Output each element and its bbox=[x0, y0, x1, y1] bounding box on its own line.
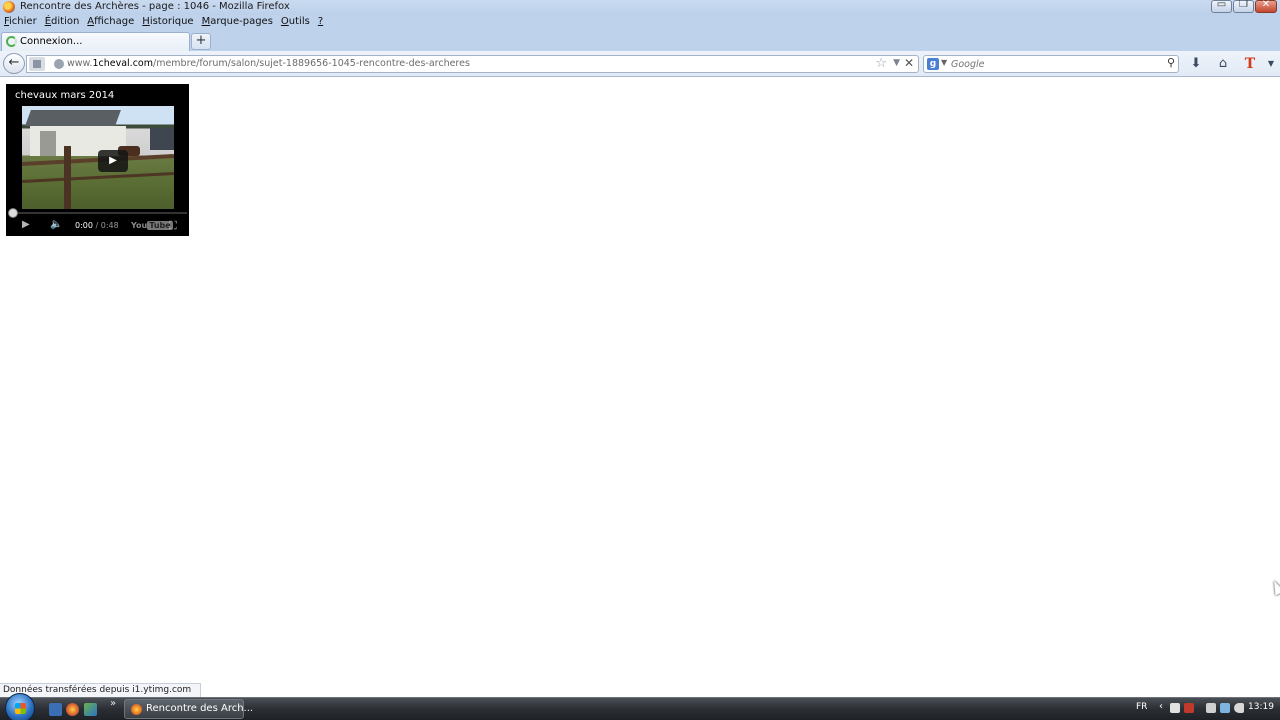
play-icon[interactable]: ▶ bbox=[22, 219, 30, 230]
close-icon: ✕ bbox=[1261, 0, 1271, 10]
video-thumbnail[interactable]: ▶ bbox=[22, 106, 174, 209]
clock[interactable]: 13:19 bbox=[1248, 702, 1274, 712]
youtube-embed[interactable]: chevaux mars 2014 ▶ ▶ 🔈 0:00 / 0:48 You T… bbox=[6, 84, 189, 236]
engine-dropdown-icon[interactable]: ▼ bbox=[941, 58, 947, 67]
menu-affichage[interactable]: Affichage bbox=[87, 15, 138, 30]
firefox-logo-icon[interactable] bbox=[3, 1, 15, 13]
menu-bar: Fichier Édition Affichage Historique Mar… bbox=[0, 15, 1280, 30]
url-path: /membre/forum/salon/sujet-1889656-1045-r… bbox=[153, 58, 470, 69]
addon-t-icon[interactable]: T bbox=[1241, 55, 1259, 73]
home-icon[interactable]: ⌂ bbox=[1214, 55, 1232, 73]
google-engine-icon[interactable]: g bbox=[927, 58, 939, 70]
url-prefix: www. bbox=[67, 58, 93, 69]
menu-help[interactable]: ? bbox=[318, 15, 327, 30]
menu-outils-accel: O bbox=[280, 16, 289, 27]
downloads-icon[interactable]: ⬇ bbox=[1187, 55, 1205, 73]
search-icon[interactable]: ⚲ bbox=[1167, 56, 1175, 69]
fence-rail bbox=[22, 172, 174, 183]
barn-roof bbox=[25, 110, 121, 126]
menu-historique-accel: H bbox=[142, 16, 150, 27]
bookmark-star-icon[interactable]: ☆ bbox=[875, 56, 887, 71]
quicklaunch-more-icon[interactable]: » bbox=[110, 698, 116, 709]
security-tray-icon[interactable] bbox=[1184, 703, 1194, 713]
status-text: Données transférées depuis i1.ytimg.com bbox=[3, 685, 192, 695]
progress-knob[interactable] bbox=[8, 208, 18, 218]
tab-active[interactable]: Connexion... bbox=[1, 32, 190, 51]
minimize-button[interactable]: ▭ bbox=[1211, 0, 1232, 13]
window-title: Rencontre des Archères - page : 1046 - M… bbox=[20, 1, 290, 12]
taskbar-item-label: Rencontre des Arch... bbox=[146, 703, 254, 714]
time-separator: / bbox=[92, 221, 101, 230]
device-tray-icon[interactable] bbox=[1206, 703, 1216, 713]
video-title[interactable]: chevaux mars 2014 bbox=[15, 90, 114, 101]
volume-tray-icon[interactable] bbox=[1234, 703, 1244, 713]
window-controls: ▭ ❐ ✕ bbox=[1210, 0, 1277, 13]
url-bar[interactable]: www.1cheval.com/membre/forum/salon/sujet… bbox=[26, 55, 919, 73]
tray-expand-icon[interactable]: ‹ bbox=[1159, 701, 1163, 712]
volume-icon[interactable]: 🔈 bbox=[50, 219, 62, 230]
loading-spinner-icon bbox=[6, 36, 17, 47]
fence-post bbox=[64, 146, 71, 209]
network-tray-icon[interactable] bbox=[1220, 703, 1230, 713]
title-bar: Rencontre des Archères - page : 1046 - M… bbox=[0, 0, 1280, 15]
url-host: 1cheval.com bbox=[92, 58, 153, 69]
taskbar: » Rencontre des Arch... FR ‹ 13:19 bbox=[0, 693, 1280, 720]
addon-menu-icon[interactable]: ▼ bbox=[1262, 55, 1280, 73]
menu-outils-rest: utils bbox=[288, 16, 310, 27]
navigation-bar: ← www.1cheval.com/membre/forum/salon/suj… bbox=[0, 51, 1280, 77]
windows-logo-icon bbox=[15, 703, 26, 714]
barn-door bbox=[40, 131, 56, 156]
globe-icon bbox=[54, 59, 64, 69]
mail-tray-icon[interactable] bbox=[1170, 703, 1180, 713]
menu-affichage-rest: ffichage bbox=[94, 16, 135, 27]
firefox-icon bbox=[131, 704, 142, 715]
new-tab-button[interactable]: + bbox=[191, 33, 211, 50]
time-display: 0:00 / 0:48 bbox=[75, 221, 119, 230]
stop-icon[interactable]: ✕ bbox=[904, 56, 914, 70]
mouse-cursor-icon bbox=[1269, 578, 1280, 596]
close-button[interactable]: ✕ bbox=[1255, 0, 1277, 13]
page-identity-icon[interactable] bbox=[29, 57, 45, 71]
tab-strip: Connexion... + bbox=[0, 30, 1280, 51]
fullscreen-icon[interactable]: ⛶ bbox=[169, 219, 177, 233]
back-button[interactable]: ← bbox=[3, 53, 25, 74]
big-play-button[interactable]: ▶ bbox=[98, 150, 128, 172]
taskbar-item-firefox[interactable]: Rencontre des Arch... bbox=[124, 699, 253, 719]
search-bar[interactable]: g ▼ ⚲ bbox=[923, 55, 1179, 73]
firefox-quicklaunch-icon[interactable] bbox=[66, 703, 79, 716]
menu-edition-rest: dition bbox=[51, 16, 80, 27]
menu-marque-pages[interactable]: Marque-pages bbox=[202, 15, 277, 30]
language-indicator[interactable]: FR bbox=[1136, 702, 1147, 712]
maximize-button[interactable]: ❐ bbox=[1233, 0, 1254, 13]
tab-label: Connexion... bbox=[20, 36, 83, 47]
start-button[interactable] bbox=[5, 693, 35, 720]
url-text[interactable]: www.1cheval.com/membre/forum/salon/sujet… bbox=[67, 58, 470, 69]
show-desktop-icon[interactable] bbox=[49, 703, 62, 716]
minimize-icon: ▭ bbox=[1216, 0, 1227, 10]
menu-outils[interactable]: Outils bbox=[281, 15, 314, 30]
menu-fichier-rest: ichier bbox=[9, 16, 37, 27]
menu-historique-rest: istorique bbox=[149, 16, 194, 27]
yt-you: You bbox=[131, 221, 148, 230]
app-quicklaunch-icon[interactable] bbox=[84, 703, 97, 716]
shed bbox=[150, 128, 174, 150]
menu-marque-pages-accel: M bbox=[201, 16, 211, 27]
status-bar: Données transférées depuis i1.ytimg.com bbox=[0, 683, 201, 697]
url-history-dropdown-icon[interactable]: ▼ bbox=[893, 58, 900, 68]
menu-marque-pages-rest: arque-pages bbox=[210, 16, 273, 27]
search-input[interactable] bbox=[951, 57, 1161, 71]
progress-track[interactable] bbox=[8, 212, 187, 214]
restore-icon: ❐ bbox=[1239, 0, 1248, 10]
time-duration: 0:48 bbox=[100, 221, 119, 230]
menu-fichier[interactable]: Fichier bbox=[4, 15, 41, 30]
youtube-logo-icon[interactable]: You Tube bbox=[131, 221, 173, 230]
menu-edition[interactable]: Édition bbox=[45, 15, 84, 30]
menu-historique[interactable]: Historique bbox=[142, 15, 197, 30]
menu-help-accel: ? bbox=[317, 16, 324, 27]
time-current: 0:00 bbox=[75, 221, 93, 230]
